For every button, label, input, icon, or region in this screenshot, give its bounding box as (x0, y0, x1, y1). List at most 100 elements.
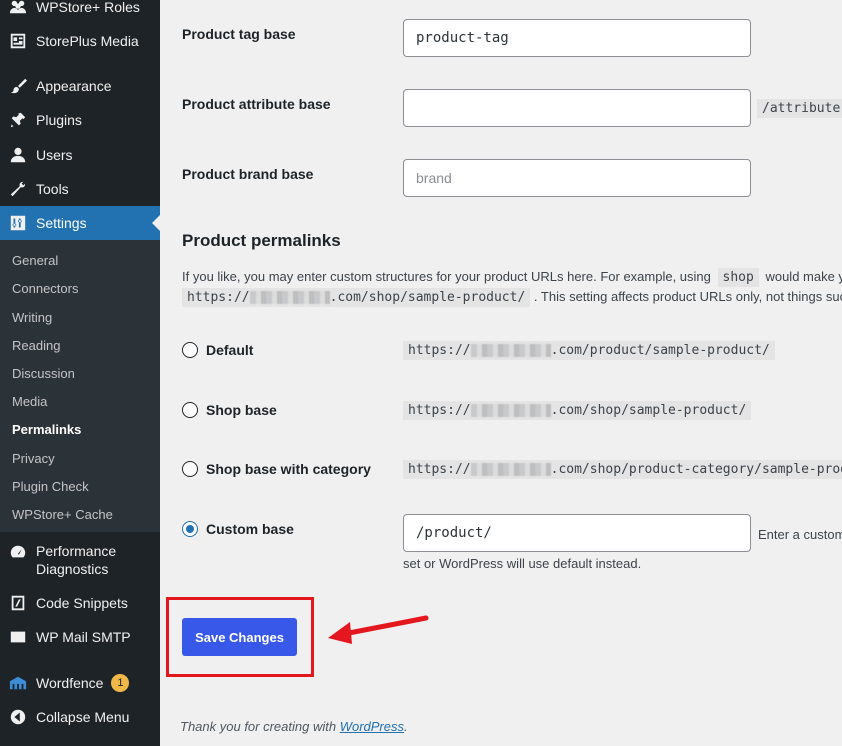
example-code-shop: shop (717, 268, 759, 287)
tag-base-input[interactable]: product-tag (403, 19, 751, 57)
submenu-item-wpstore-cache[interactable]: WPStore+ Cache (12, 507, 113, 522)
sidebar-item-settings[interactable]: Settings (0, 206, 160, 240)
url-suffix: .com/shop/sample-product/ (550, 403, 747, 418)
sidebar-item-label-line2: Diagnostics (36, 561, 109, 577)
description-text: . This setting affects product URLs only… (533, 289, 842, 304)
url-suffix: .com/shop/product-category/sample-produc… (550, 462, 842, 477)
radio-button[interactable] (182, 342, 198, 358)
url-prefix: https:// (408, 462, 471, 477)
sidebar-item-label: Wordfence (36, 675, 104, 691)
sidebar-item-wpstore-roles[interactable]: WPStore+ Roles (0, 0, 160, 24)
sidebar-item-label: StorePlus Media (36, 33, 139, 49)
permalink-option-shop-base-category[interactable]: Shop base with category (182, 461, 371, 477)
radio-button[interactable] (182, 402, 198, 418)
footer-text: Thank you for creating with (180, 719, 337, 734)
product-permalinks-heading: Product permalinks (182, 231, 341, 250)
annotation-arrow-icon (328, 615, 429, 644)
submenu-item-privacy[interactable]: Privacy (12, 451, 55, 466)
submenu-item-media[interactable]: Media (12, 394, 47, 409)
submenu-item-connectors[interactable]: Connectors (12, 281, 78, 296)
notification-badge: 1 (111, 674, 130, 692)
mail-icon (9, 628, 27, 646)
url-prefix: https:// (187, 290, 250, 305)
sidebar-item-storeplus-media[interactable]: StorePlus Media (0, 24, 160, 58)
custom-base-hint: Enter a custom (758, 527, 842, 542)
url-suffix: .com/product/sample-product/ (550, 343, 770, 358)
roles-icon (9, 0, 27, 16)
sidebar-item-label: Tools (36, 181, 69, 197)
description-text: If you like, you may enter custom struct… (182, 269, 711, 284)
url-prefix: https:// (408, 403, 471, 418)
performance-gauge-icon (9, 543, 27, 561)
settings-submenu: General Connectors Writing Reading Discu… (0, 240, 160, 532)
settings-sliders-icon (9, 214, 27, 232)
sidebar-item-label: WPStore+ Roles (36, 0, 140, 15)
sidebar-item-wp-mail-smtp[interactable]: WP Mail SMTP (0, 620, 160, 654)
permalinks-description-line2: https:// .com/shop/sample-product/ . This… (182, 288, 842, 307)
submenu-item-discussion[interactable]: Discussion (12, 366, 75, 381)
sidebar-item-label: Settings (36, 215, 87, 231)
tools-wrench-icon (9, 180, 27, 198)
option-label: Default (206, 342, 254, 358)
submenu-item-general[interactable]: General (12, 253, 58, 268)
sidebar-item-wordfence[interactable]: Wordfence 1 (0, 666, 160, 700)
wordfence-icon (9, 674, 27, 692)
code-snippets-icon (9, 594, 27, 612)
shop-base-url-example: https:// .com/shop/sample-product/ (403, 401, 752, 420)
radio-button-checked[interactable] (182, 521, 198, 537)
media-grid-icon (9, 32, 27, 50)
option-label: Custom base (206, 521, 294, 537)
sidebar-item-label: WP Mail SMTP (36, 629, 131, 645)
permalink-option-shop-base[interactable]: Shop base (182, 402, 277, 418)
shop-category-url-example: https:// .com/shop/product-category/sampl… (403, 460, 842, 479)
sidebar-item-label: Collapse Menu (36, 709, 130, 725)
collapse-icon (9, 708, 27, 726)
custom-base-input[interactable]: /product/ (403, 514, 751, 552)
sidebar-item-performance-diagnostics[interactable]: Performance Diagnostics (0, 542, 160, 584)
example-url-code: https:// .com/shop/sample-product/ (182, 288, 531, 307)
tag-base-label: Product tag base (182, 26, 296, 42)
redacted-domain (249, 291, 330, 304)
submenu-item-permalinks[interactable]: Permalinks (12, 422, 81, 437)
brand-base-input[interactable]: brand (403, 159, 751, 197)
sidebar-item-label: Appearance (36, 78, 112, 94)
footer-end: . (404, 719, 408, 734)
url-suffix: .com/shop/sample-product/ (329, 290, 526, 305)
users-icon (9, 146, 27, 164)
option-label: Shop base with category (206, 461, 371, 477)
option-label: Shop base (206, 402, 277, 418)
plugins-icon (9, 111, 27, 129)
submenu-item-reading[interactable]: Reading (12, 338, 60, 353)
redacted-domain (470, 404, 551, 417)
sidebar-item-label-line1: Performance (36, 543, 117, 559)
permalinks-description-line1: If you like, you may enter custom struct… (182, 268, 842, 287)
wordpress-link[interactable]: WordPress (340, 719, 404, 734)
submenu-item-plugin-check[interactable]: Plugin Check (12, 479, 89, 494)
sidebar-item-appearance[interactable]: Appearance (0, 69, 160, 103)
permalink-option-default[interactable]: Default (182, 342, 253, 358)
sidebar-item-label: Code Snippets (36, 595, 128, 611)
brand-base-label: Product brand base (182, 166, 314, 182)
collapse-menu-button[interactable]: Collapse Menu (0, 700, 160, 734)
save-changes-button[interactable]: Save Changes (182, 618, 297, 656)
sidebar-item-plugins[interactable]: Plugins (0, 103, 160, 137)
sidebar-item-users[interactable]: Users (0, 138, 160, 172)
sidebar-item-tools[interactable]: Tools (0, 172, 160, 206)
admin-sidebar: WPStore+ Roles StorePlus Media Appearanc… (0, 0, 160, 746)
attribute-base-label: Product attribute base (182, 96, 331, 112)
admin-footer: Thank you for creating with WordPress. (180, 719, 408, 734)
description-text: would make yo (765, 269, 842, 284)
attribute-base-suffix: /attribute-n (757, 99, 842, 118)
custom-base-hint-line2: set or WordPress will use default instea… (403, 556, 642, 571)
attribute-base-input[interactable] (403, 89, 751, 127)
radio-button[interactable] (182, 461, 198, 477)
redacted-domain (470, 463, 551, 476)
submenu-item-writing[interactable]: Writing (12, 310, 52, 325)
sidebar-item-code-snippets[interactable]: Code Snippets (0, 586, 160, 620)
sidebar-item-label: Users (36, 147, 73, 163)
sidebar-item-label: Plugins (36, 112, 82, 128)
appearance-brush-icon (9, 77, 27, 95)
url-prefix: https:// (408, 343, 471, 358)
default-url-example: https:// .com/product/sample-product/ (403, 341, 775, 360)
permalink-option-custom-base[interactable]: Custom base (182, 521, 294, 537)
